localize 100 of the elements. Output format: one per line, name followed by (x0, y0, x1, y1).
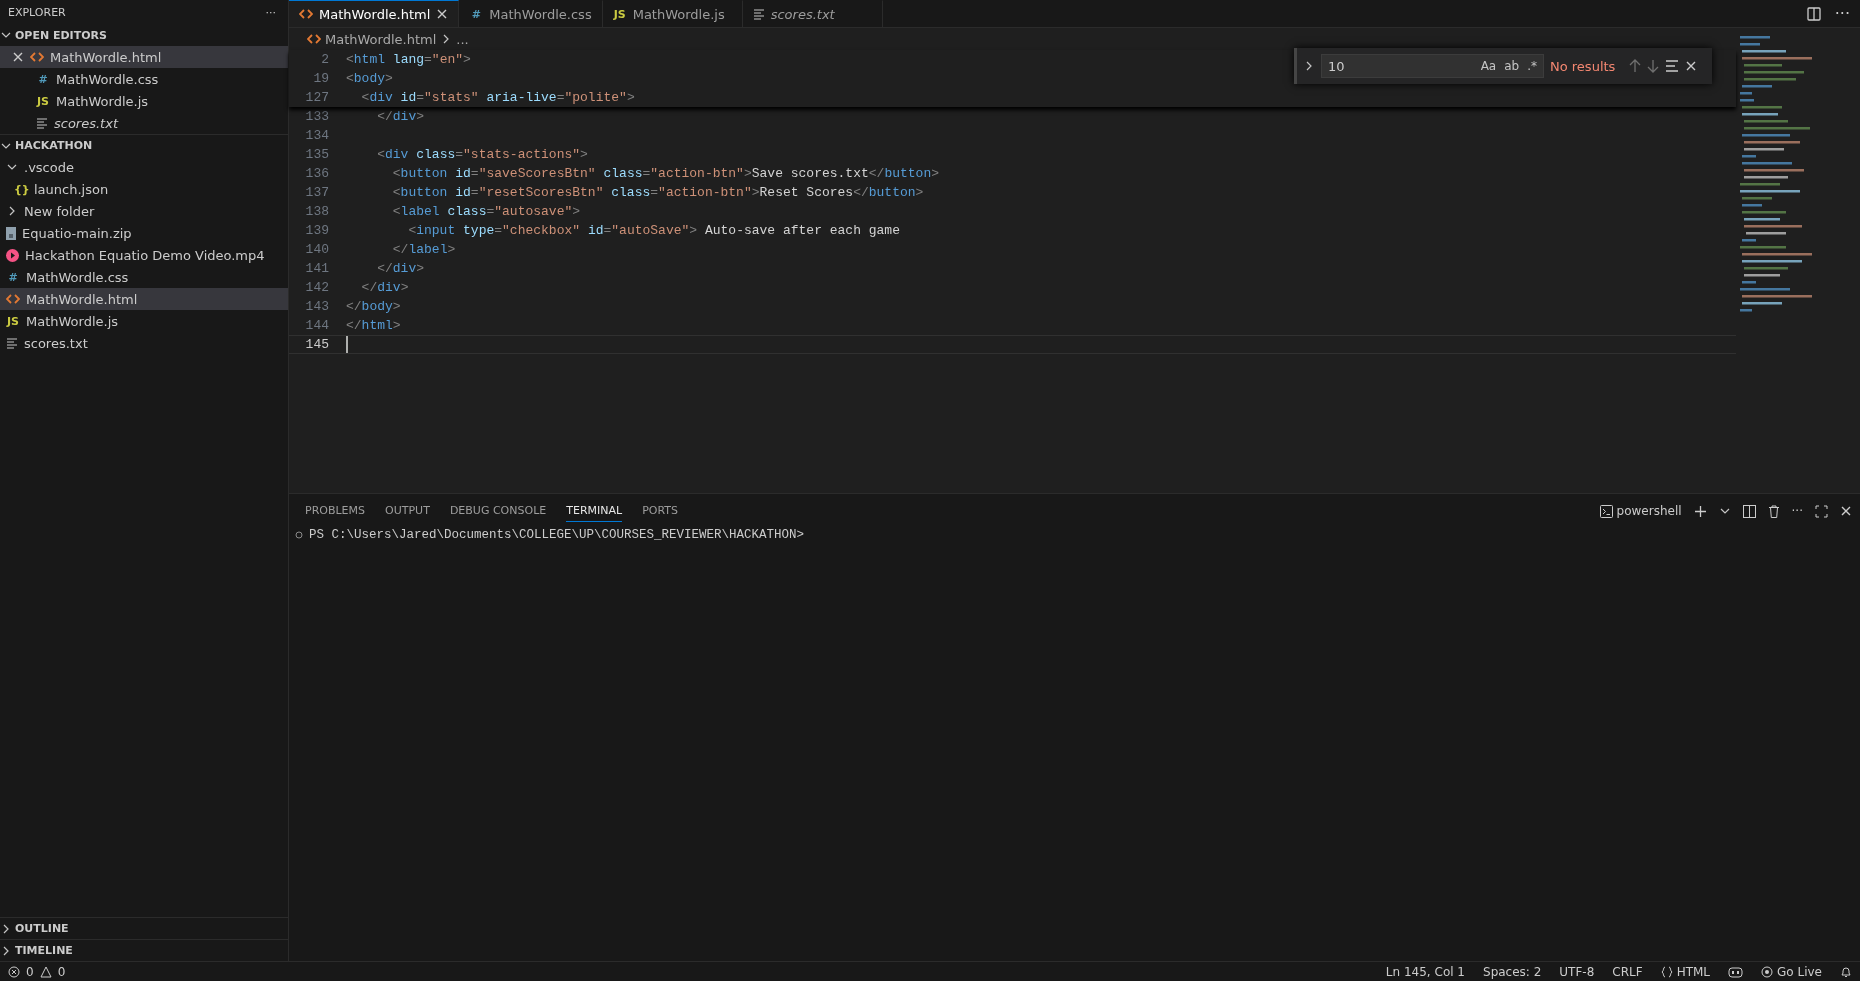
panel-tab[interactable]: PORTS (642, 500, 678, 522)
braces-icon: {} (14, 182, 28, 196)
code-line: </body> (346, 299, 401, 314)
breadcrumb-item[interactable]: ... (456, 31, 469, 47)
open-editor-item[interactable]: # MathWordle.css (0, 68, 288, 90)
open-editor-item[interactable]: scores.txt (0, 112, 288, 134)
code-line: </html> (346, 318, 401, 333)
broadcast-icon (1761, 965, 1774, 978)
code-line: <button id="resetScoresBtn" class="action-btn">Reset Scores</button> (391, 185, 924, 200)
archive-icon (6, 226, 16, 240)
panel-tab[interactable]: OUTPUT (385, 500, 430, 522)
line-number: 133 (304, 109, 329, 124)
file-tree-item[interactable]: {} launch.json (0, 178, 288, 200)
text-lines-icon (36, 117, 48, 129)
code-line: </div> (376, 261, 425, 276)
warning-count[interactable]: 0 (57, 964, 66, 979)
line-number: 145 (304, 337, 329, 352)
section-header[interactable]: OUTLINE (0, 917, 288, 939)
play-icon (6, 248, 19, 262)
file-tree-item[interactable]: JS MathWordle.js (0, 310, 288, 332)
line-number: 140 (304, 242, 329, 257)
panel-tab[interactable]: TERMINAL (566, 500, 623, 522)
line-number: 141 (304, 261, 329, 276)
panel-tab[interactable]: DEBUG CONSOLE (449, 500, 547, 522)
file-tree-item[interactable]: # MathWordle.css (0, 266, 288, 288)
terminal-name[interactable]: powershell (1616, 504, 1682, 518)
line-number: 139 (304, 223, 329, 238)
breadcrumb-item[interactable]: MathWordle.html (325, 31, 437, 47)
warning-icon (39, 965, 52, 978)
code-line: <html lang="en"> (346, 52, 471, 67)
line-number: 138 (304, 204, 329, 219)
line-number: 142 (304, 280, 329, 295)
line-number: 19 (312, 71, 329, 86)
section-header[interactable]: HACKATHON (0, 134, 288, 156)
maximize-icon[interactable] (1815, 504, 1828, 518)
status-item[interactable]: Spaces: 2 (1483, 964, 1542, 979)
terminal-icon (1599, 504, 1613, 518)
file-tree-item[interactable]: Hackathon Equatio Demo Video.mp4 (0, 244, 288, 266)
open-editor-item[interactable]: JS MathWordle.js (0, 90, 288, 112)
arrow-down-icon[interactable] (1647, 59, 1660, 73)
code-line: <button id="saveScoresBtn" class="action-btn">Save scores.txt</button> (391, 166, 939, 181)
code-brackets-icon (299, 8, 313, 20)
close-icon[interactable] (436, 8, 449, 20)
find-option-toggle[interactable]: .* (1527, 59, 1537, 73)
find-input[interactable]: 10 Aa ab .* (1321, 54, 1544, 78)
close-icon[interactable] (1685, 60, 1698, 72)
bell-icon[interactable] (1840, 965, 1852, 978)
code-line: </label> (391, 242, 456, 257)
go-live-button[interactable]: Go Live (1777, 964, 1822, 979)
file-tree-item[interactable]: .vscode (0, 156, 288, 178)
find-result-message: No results (1550, 58, 1616, 74)
more-actions-button[interactable]: ··· (1791, 504, 1803, 518)
file-tree-item[interactable]: MathWordle.html (0, 288, 288, 310)
code-brackets-icon (30, 51, 44, 63)
line-number: 144 (304, 318, 329, 333)
js-icon: JS (6, 314, 20, 328)
error-icon (8, 965, 20, 978)
line-number: 137 (304, 185, 329, 200)
hash-icon: # (36, 72, 50, 86)
circle-icon (295, 531, 303, 539)
split-editor-icon[interactable] (1806, 6, 1821, 21)
more-actions-button[interactable]: ··· (265, 5, 276, 19)
close-icon[interactable] (12, 51, 24, 63)
file-tree-item[interactable]: scores.txt (0, 332, 288, 354)
status-item[interactable]: UTF-8 (1559, 964, 1595, 979)
close-icon[interactable] (1840, 505, 1852, 517)
line-number: 135 (304, 147, 329, 162)
file-tree-item[interactable]: New folder (0, 200, 288, 222)
selection-lines-icon[interactable] (1665, 60, 1680, 72)
section-header[interactable]: OPEN EDITORS (0, 24, 288, 46)
find-option-toggle[interactable]: ab (1504, 59, 1520, 73)
trash-icon[interactable] (1767, 504, 1780, 518)
status-item[interactable]: CRLF (1612, 964, 1643, 979)
panel-tab[interactable]: PROBLEMS (305, 500, 366, 522)
split-panel-icon[interactable] (1742, 504, 1756, 518)
code-line: <label class="autosave"> (391, 204, 581, 219)
editor-tab[interactable]: MathWordle.html (289, 0, 460, 27)
language-mode[interactable]: HTML (1676, 964, 1711, 979)
line-number: 134 (304, 128, 329, 143)
status-item[interactable]: Ln 145, Col 1 (1385, 964, 1465, 979)
code-line: <input type="checkbox" id="autoSave"> Auto-save after each game (407, 223, 900, 238)
arrow-up-icon[interactable] (1629, 59, 1642, 73)
explorer-title: EXPLORER (8, 5, 66, 19)
code-line: <div class="stats-actions"> (376, 147, 588, 162)
js-icon: JS (36, 94, 50, 108)
code-line: </div> (376, 109, 425, 124)
error-count[interactable]: 0 (26, 964, 34, 979)
terminal-prompt: PS C:\Users\Jared\Documents\COLLEGE\UP\COURSES_REVIEWER\HACKATHON> (309, 528, 805, 542)
js-icon: JS (612, 7, 627, 21)
code-brackets-icon (6, 293, 20, 305)
open-editor-item[interactable]: MathWordle.html (0, 46, 288, 68)
code-brackets-icon (307, 33, 321, 45)
robot-face-icon[interactable] (1728, 965, 1744, 978)
plus-icon[interactable] (1693, 504, 1707, 518)
braces-icon (1660, 965, 1673, 978)
find-option-toggle[interactable]: Aa (1480, 59, 1497, 73)
text-cursor (346, 336, 348, 353)
file-tree-item[interactable]: Equatio-main.zip (0, 222, 288, 244)
code-line: <body> (346, 71, 393, 86)
more-actions-button[interactable]: ··· (1834, 4, 1850, 23)
